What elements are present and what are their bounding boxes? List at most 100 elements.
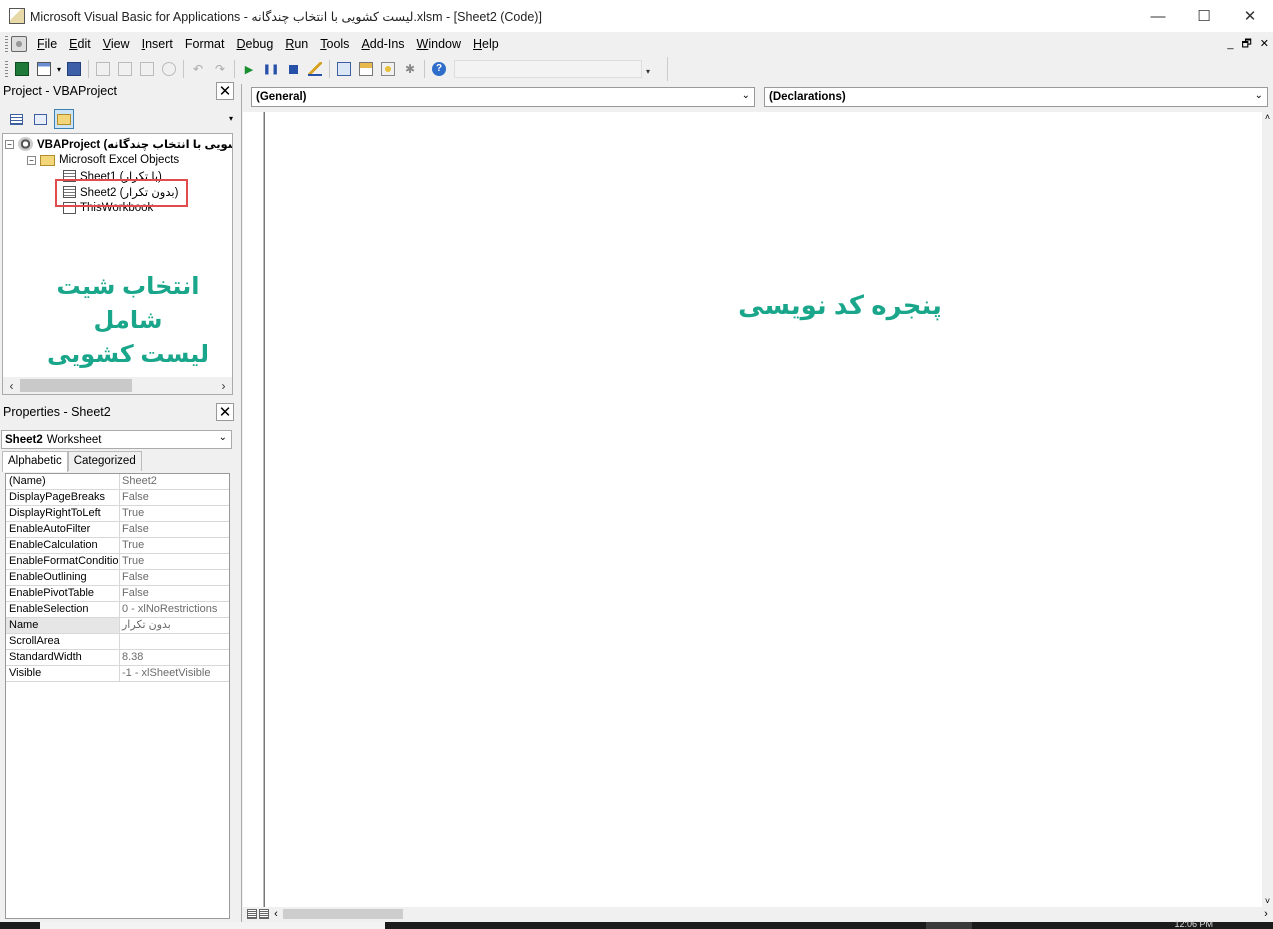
scroll-thumb[interactable] (20, 379, 132, 392)
help-icon[interactable]: ? (428, 58, 450, 80)
menu-help[interactable]: Help (467, 33, 505, 55)
project-toolbar: ▾ (0, 106, 235, 132)
vba-app-icon[interactable] (9, 8, 25, 24)
tree-root-vbaproject[interactable]: − VBAProject (لیست کشویی با انتخاب چندگا… (5, 136, 232, 152)
find-icon[interactable] (158, 58, 180, 80)
property-row[interactable]: Visible -1 - xlSheetVisible (6, 666, 229, 682)
minimize-button[interactable]: — (1135, 0, 1181, 32)
maximize-button[interactable]: ☐ (1181, 0, 1227, 32)
menu-edit[interactable]: Edit (63, 33, 97, 55)
properties-pane-close-button[interactable]: ✕ (216, 403, 234, 421)
project-explorer-icon[interactable] (333, 58, 355, 80)
toolbox-icon[interactable]: ✱ (399, 58, 421, 80)
project-annotation-line1: انتخاب شیت شامل (56, 273, 200, 334)
tab-categorized[interactable]: Categorized (67, 451, 142, 471)
run-icon[interactable]: ▶ (238, 58, 260, 80)
menu-tools[interactable]: Tools (314, 33, 355, 55)
save-icon[interactable] (63, 58, 85, 80)
mdi-close-button[interactable]: ✕ (1260, 33, 1269, 55)
properties-window-icon[interactable] (355, 58, 377, 80)
property-row[interactable]: Name بدون تکرار (6, 618, 229, 634)
project-annotation: انتخاب شیت شامل لیست کشویی (22, 270, 234, 372)
property-row[interactable]: EnableFormatConditions True (6, 554, 229, 570)
object-browser-icon[interactable] (377, 58, 399, 80)
properties-tabs: Alphabetic Categorized (2, 451, 142, 472)
menu-file[interactable]: File (31, 33, 63, 55)
collapse-icon[interactable]: − (5, 139, 14, 149)
scroll-up-icon[interactable]: ˄ (1262, 112, 1273, 123)
project-pane-close-button[interactable]: ✕ (216, 82, 234, 100)
menu-debug[interactable]: Debug (230, 33, 279, 55)
tab-alphabetic[interactable]: Alphabetic (2, 451, 68, 472)
property-row[interactable]: StandardWidth 8.38 (6, 650, 229, 666)
scroll-thumb[interactable] (283, 909, 403, 919)
properties-pane-title: Properties - Sheet2 ✕ (0, 402, 235, 422)
toolbar-grip-icon[interactable] (5, 61, 8, 77)
view-object-icon[interactable] (30, 109, 50, 129)
code-editor[interactable]: پنجره کد نویسی (264, 112, 1262, 907)
object-combo[interactable]: (General) ⌄ (251, 87, 755, 107)
chevron-down-icon[interactable]: ⌄ (742, 90, 750, 101)
insert-dropdown-icon[interactable]: ▾ (55, 58, 63, 80)
toolbar-options-icon[interactable]: ▾ (644, 58, 652, 80)
toolbar-separator (234, 60, 235, 78)
property-row[interactable]: DisplayPageBreaks False (6, 490, 229, 506)
property-row[interactable]: ScrollArea (6, 634, 229, 650)
redo-icon[interactable]: ↷ (209, 58, 231, 80)
copy-icon[interactable] (114, 58, 136, 80)
project-pane-title: Project - VBAProject ✕ (0, 81, 235, 101)
break-icon[interactable]: ❚❚ (260, 58, 282, 80)
standard-toolbar: ▾ ↶ ↷ ▶ ❚❚ ✱ ? ▾ (0, 57, 668, 81)
code-hscrollbar[interactable]: ‹ › (243, 907, 1273, 921)
vba-menu-icon[interactable] (11, 36, 27, 52)
scroll-down-icon[interactable]: ˅ (1262, 896, 1273, 907)
toggle-folders-icon[interactable] (54, 109, 74, 129)
menu-window[interactable]: Window (411, 33, 467, 55)
view-excel-icon[interactable] (11, 58, 33, 80)
design-mode-icon[interactable] (304, 58, 326, 80)
mdi-restore-button[interactable]: 🗗 (1241, 33, 1251, 55)
menu-grip-icon[interactable] (5, 36, 8, 52)
property-row[interactable]: EnableOutlining False (6, 570, 229, 586)
chevron-down-icon[interactable]: ⌄ (1255, 90, 1263, 101)
menu-run[interactable]: Run (279, 33, 314, 55)
scroll-left-icon[interactable]: ‹ (3, 379, 20, 393)
taskbar-clock: 12:06 PM (1174, 919, 1213, 929)
property-row[interactable]: DisplayRightToLeft True (6, 506, 229, 522)
cut-icon[interactable] (92, 58, 114, 80)
property-row[interactable]: EnablePivotTable False (6, 586, 229, 602)
paste-icon[interactable] (136, 58, 158, 80)
chevron-down-icon[interactable]: ⌄ (219, 432, 227, 443)
collapse-icon[interactable]: − (27, 155, 36, 165)
project-toolbar-options-icon[interactable]: ▾ (229, 114, 233, 123)
project-hscrollbar[interactable]: ‹ › (3, 377, 232, 394)
undo-icon[interactable]: ↶ (187, 58, 209, 80)
insert-userform-icon[interactable] (33, 58, 55, 80)
property-row[interactable]: (Name) Sheet2 (6, 474, 229, 490)
taskbar-search-box[interactable] (40, 922, 385, 929)
menu-add-ins[interactable]: Add-Ins (355, 33, 410, 55)
code-margin-indicator-bar[interactable] (243, 112, 264, 907)
property-row[interactable]: EnableSelection 0 - xlNoRestrictions (6, 602, 229, 618)
procedure-view-icon[interactable] (247, 909, 257, 919)
taskbar-app-button[interactable] (926, 922, 972, 929)
menu-view[interactable]: View (97, 33, 136, 55)
toolbar-separator (424, 60, 425, 78)
property-row[interactable]: EnableAutoFilter False (6, 522, 229, 538)
mdi-minimize-button[interactable]: _ (1227, 33, 1233, 55)
code-vscrollbar[interactable]: ˄ ˅ (1262, 112, 1273, 907)
full-module-view-icon[interactable] (259, 909, 269, 919)
object-selector[interactable]: Sheet2 Worksheet ⌄ (1, 430, 232, 449)
reset-icon[interactable] (282, 58, 304, 80)
menu-format[interactable]: Format (179, 33, 231, 55)
tree-folder-excel-objects[interactable]: − Microsoft Excel Objects (27, 152, 179, 168)
view-code-icon[interactable] (6, 109, 26, 129)
menu-insert[interactable]: Insert (136, 33, 179, 55)
close-button[interactable]: ✕ (1227, 0, 1273, 32)
scroll-right-icon[interactable]: › (215, 379, 232, 393)
procedure-combo[interactable]: (Declarations) ⌄ (764, 87, 1268, 107)
scroll-left-icon[interactable]: ‹ (269, 908, 283, 920)
scroll-right-icon[interactable]: › (1259, 908, 1273, 920)
property-row[interactable]: EnableCalculation True (6, 538, 229, 554)
toolbar-separator (329, 60, 330, 78)
